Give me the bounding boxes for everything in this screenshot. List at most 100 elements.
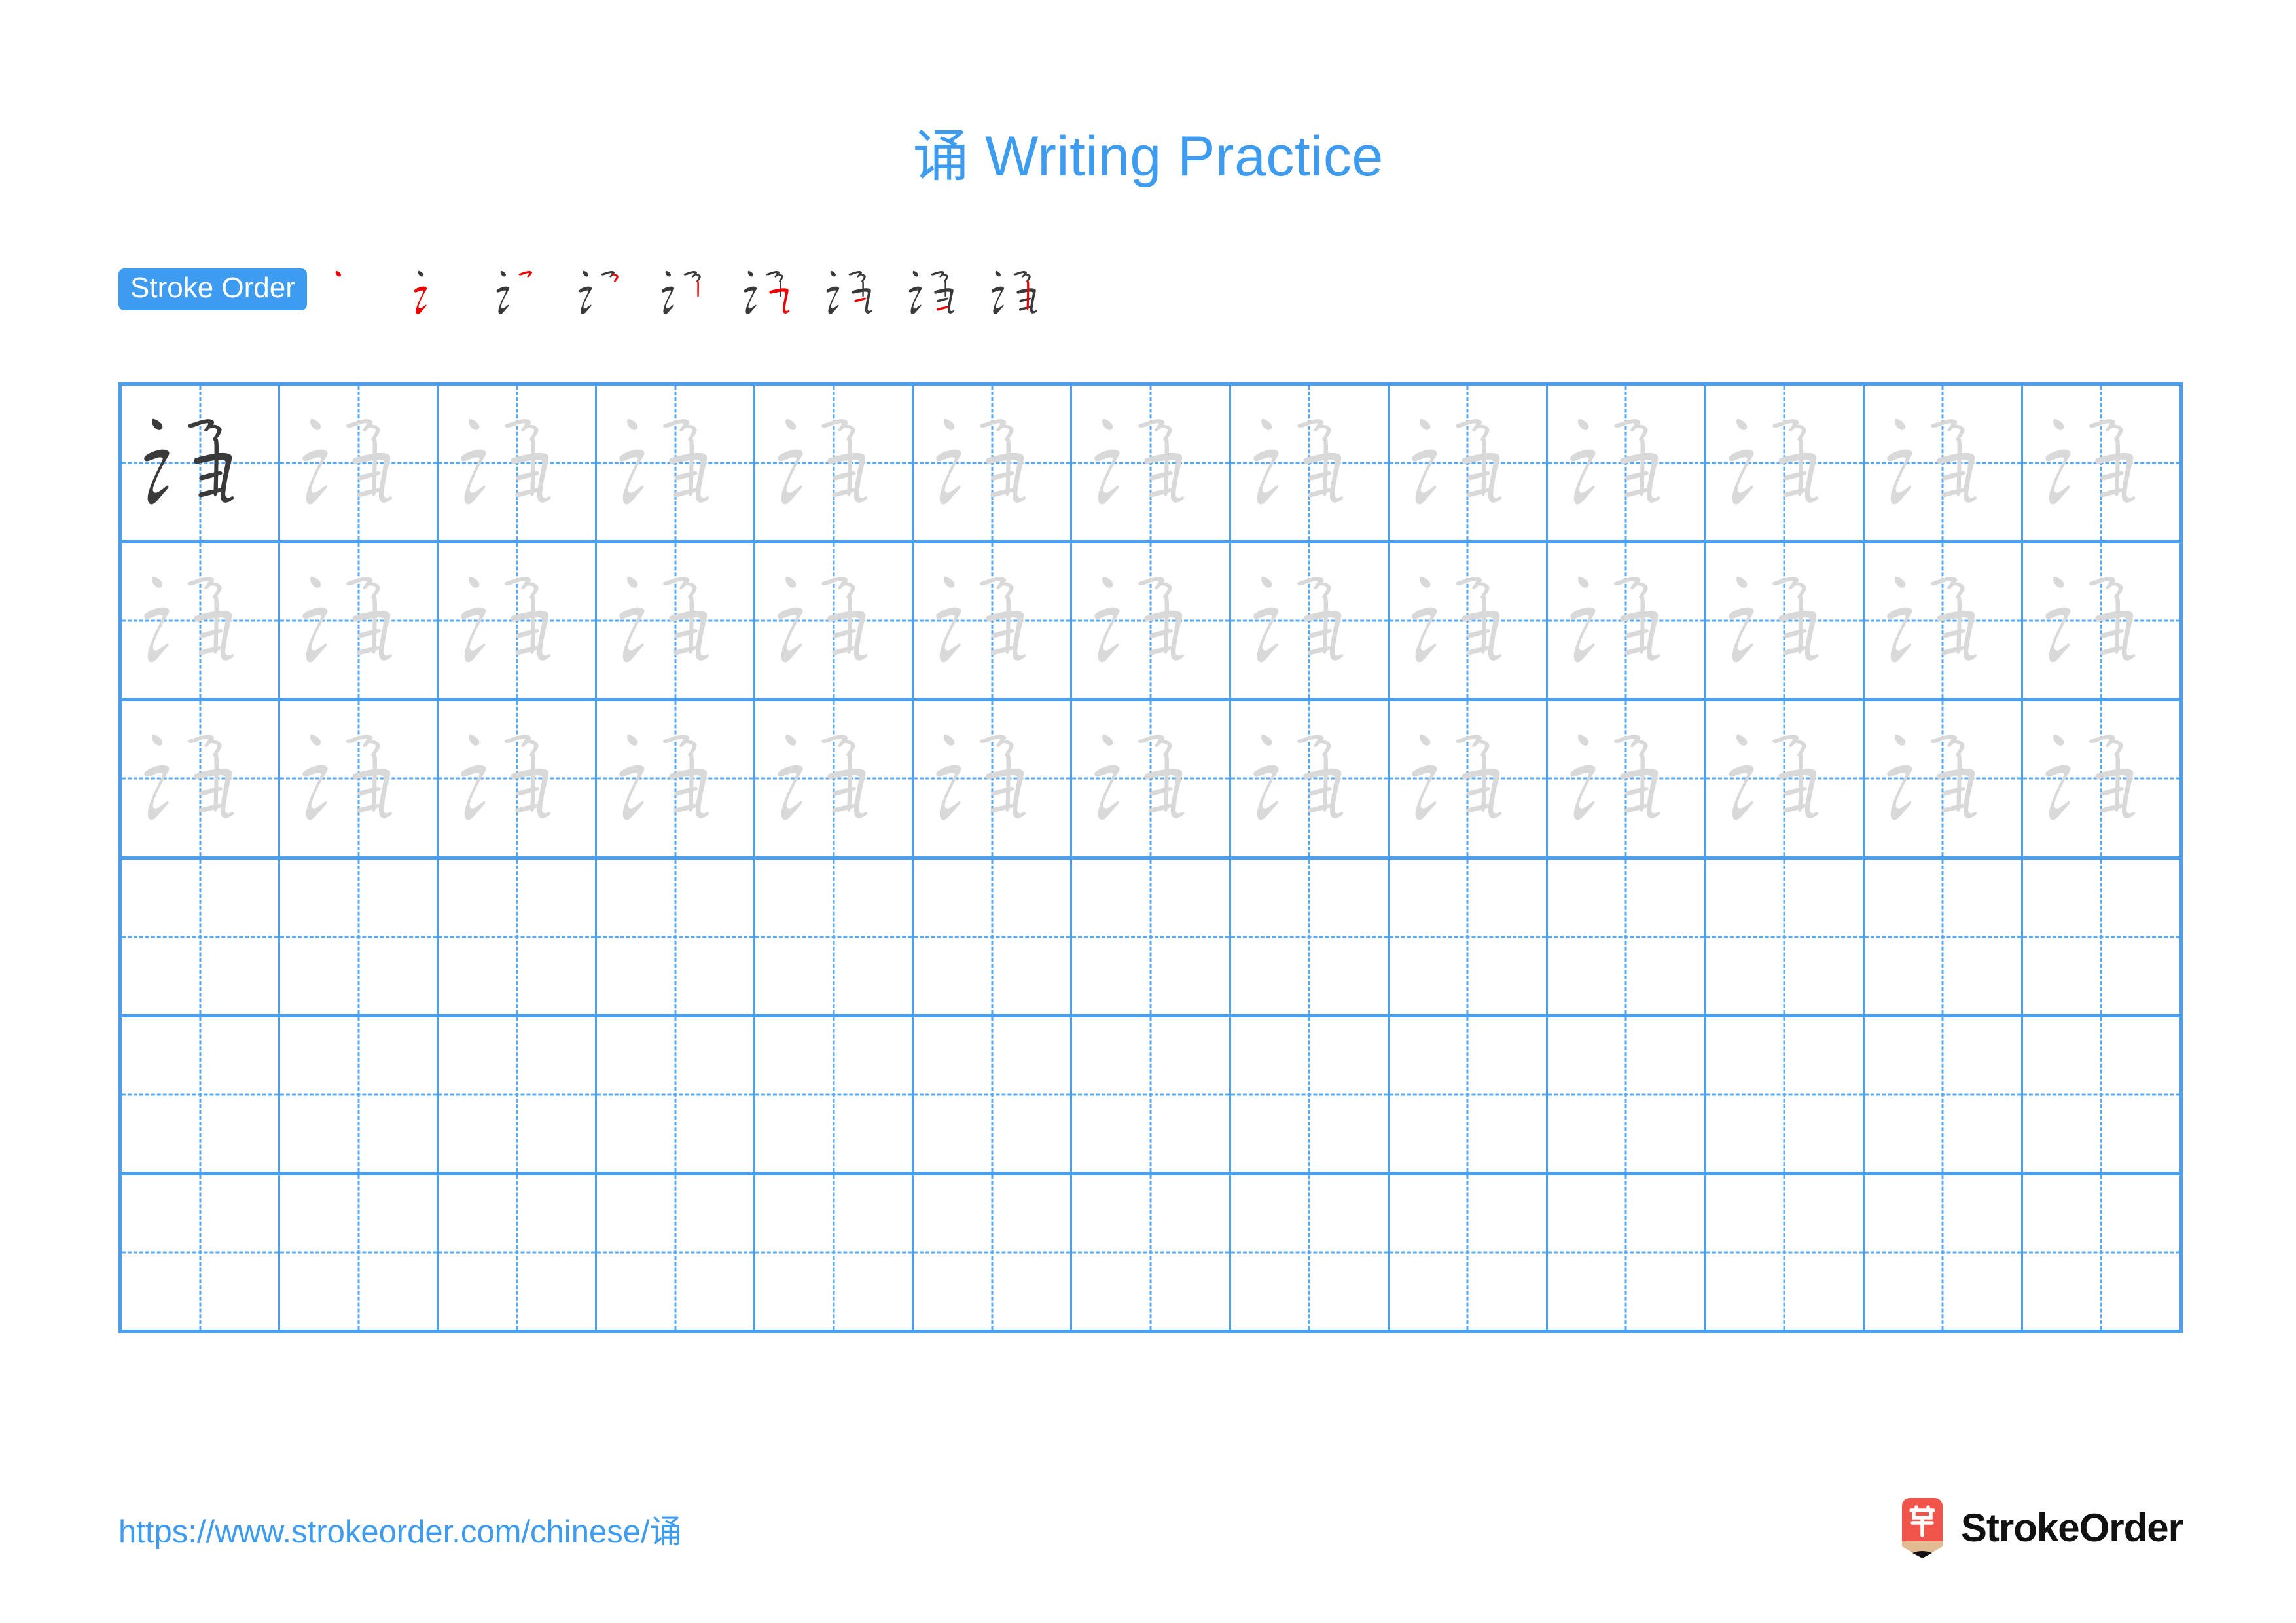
practice-cell[interactable] xyxy=(1231,701,1390,856)
practice-cell[interactable] xyxy=(1390,1175,1548,1330)
practice-cell[interactable] xyxy=(2023,386,2183,541)
practice-cell[interactable] xyxy=(597,859,756,1014)
practice-cell[interactable] xyxy=(914,386,1073,541)
practice-cell[interactable] xyxy=(2023,1175,2183,1330)
practice-cell[interactable] xyxy=(1706,386,1865,541)
practice-cell[interactable] xyxy=(280,1017,439,1172)
practice-cell[interactable] xyxy=(2023,701,2183,856)
trace-character xyxy=(778,734,868,820)
practice-cell[interactable] xyxy=(597,386,756,541)
trace-character xyxy=(1887,418,1977,505)
source-url[interactable]: https://www.strokeorder.com/chinese/诵 xyxy=(118,1506,682,1552)
practice-cell[interactable] xyxy=(914,859,1073,1014)
practice-cell[interactable] xyxy=(1231,1175,1390,1330)
stroke-2 xyxy=(1887,765,1912,820)
practice-cell[interactable] xyxy=(1231,386,1390,541)
practice-cell[interactable] xyxy=(755,543,914,699)
practice-cell[interactable] xyxy=(1390,859,1548,1014)
stroke-9 xyxy=(1798,753,1803,812)
stroke-8 xyxy=(1941,488,1965,498)
practice-cell[interactable] xyxy=(1706,701,1865,856)
practice-cell[interactable] xyxy=(122,543,281,699)
stroke-2 xyxy=(1570,765,1596,820)
stroke-1 xyxy=(418,270,423,277)
stroke-7 xyxy=(1942,471,1965,481)
practice-cell[interactable] xyxy=(1072,543,1231,699)
practice-cell[interactable] xyxy=(1390,1017,1548,1172)
practice-cell[interactable] xyxy=(1865,1175,2023,1330)
practice-cell[interactable] xyxy=(1548,1017,1706,1172)
practice-cell[interactable] xyxy=(439,701,598,856)
practice-cell[interactable] xyxy=(122,1175,281,1330)
practice-cell[interactable] xyxy=(755,1017,914,1172)
stroke-2 xyxy=(1094,607,1121,663)
stroke-2 xyxy=(1728,449,1754,505)
practice-cell[interactable] xyxy=(1865,543,2023,699)
practice-cell[interactable] xyxy=(1390,543,1548,699)
practice-cell[interactable] xyxy=(755,701,914,856)
practice-cell[interactable] xyxy=(1072,701,1231,856)
practice-cell[interactable] xyxy=(914,701,1073,856)
stroke-5 xyxy=(696,280,699,297)
stroke-1 xyxy=(1261,576,1272,589)
practice-cell[interactable] xyxy=(1706,859,1865,1014)
practice-cell[interactable] xyxy=(1231,543,1390,699)
stroke-8 xyxy=(1941,804,1965,813)
practice-cell[interactable] xyxy=(122,386,281,541)
practice-cell[interactable] xyxy=(1231,859,1390,1014)
practice-cell[interactable] xyxy=(1706,1175,1865,1330)
practice-cell[interactable] xyxy=(280,701,439,856)
practice-cell[interactable] xyxy=(755,386,914,541)
practice-cell[interactable] xyxy=(1706,1017,1865,1172)
practice-cell[interactable] xyxy=(914,543,1073,699)
practice-cell[interactable] xyxy=(1072,1017,1231,1172)
practice-cell[interactable] xyxy=(597,701,756,856)
practice-cell[interactable] xyxy=(122,701,281,856)
practice-cell[interactable] xyxy=(597,1175,756,1330)
practice-cell[interactable] xyxy=(122,1017,281,1172)
practice-cell[interactable] xyxy=(1072,1175,1231,1330)
practice-cell[interactable] xyxy=(280,386,439,541)
stroke-1 xyxy=(912,270,918,277)
practice-cell[interactable] xyxy=(1390,701,1548,856)
practice-cell[interactable] xyxy=(914,1175,1073,1330)
practice-cell[interactable] xyxy=(1706,543,1865,699)
practice-cell[interactable] xyxy=(1548,859,1706,1014)
practice-cell[interactable] xyxy=(1072,386,1231,541)
practice-cell[interactable] xyxy=(280,1175,439,1330)
stroke-9 xyxy=(1480,753,1486,812)
practice-cell[interactable] xyxy=(1548,701,1706,856)
practice-cell[interactable] xyxy=(439,1175,598,1330)
stroke-7 xyxy=(357,787,381,796)
practice-cell[interactable] xyxy=(1548,543,1706,699)
practice-cell[interactable] xyxy=(1390,386,1548,541)
practice-cell[interactable] xyxy=(2023,859,2183,1014)
practice-cell[interactable] xyxy=(755,1175,914,1330)
practice-cell[interactable] xyxy=(2023,543,2183,699)
practice-cell[interactable] xyxy=(1865,386,2023,541)
practice-cell[interactable] xyxy=(280,543,439,699)
practice-cell[interactable] xyxy=(1865,701,2023,856)
stroke-8 xyxy=(673,646,698,655)
stroke-2 xyxy=(619,765,645,820)
practice-cell[interactable] xyxy=(439,1017,598,1172)
brand-logo[interactable]: StrokeOrder xyxy=(1898,1498,2183,1558)
practice-cell[interactable] xyxy=(2023,1017,2183,1172)
practice-cell[interactable] xyxy=(439,859,598,1014)
practice-cell[interactable] xyxy=(1548,1175,1706,1330)
practice-cell[interactable] xyxy=(597,1017,756,1172)
practice-cell[interactable] xyxy=(439,543,598,699)
practice-cell[interactable] xyxy=(914,1017,1073,1172)
stroke-7 xyxy=(1466,471,1490,481)
practice-cell[interactable] xyxy=(1865,859,2023,1014)
practice-cell[interactable] xyxy=(755,859,914,1014)
practice-cell[interactable] xyxy=(1865,1017,2023,1172)
practice-cell[interactable] xyxy=(439,386,598,541)
practice-cell[interactable] xyxy=(1548,386,1706,541)
stroke-1 xyxy=(747,270,753,277)
practice-cell[interactable] xyxy=(1231,1017,1390,1172)
practice-cell[interactable] xyxy=(1072,859,1231,1014)
practice-cell[interactable] xyxy=(597,543,756,699)
practice-cell[interactable] xyxy=(122,859,281,1014)
practice-cell[interactable] xyxy=(280,859,439,1014)
